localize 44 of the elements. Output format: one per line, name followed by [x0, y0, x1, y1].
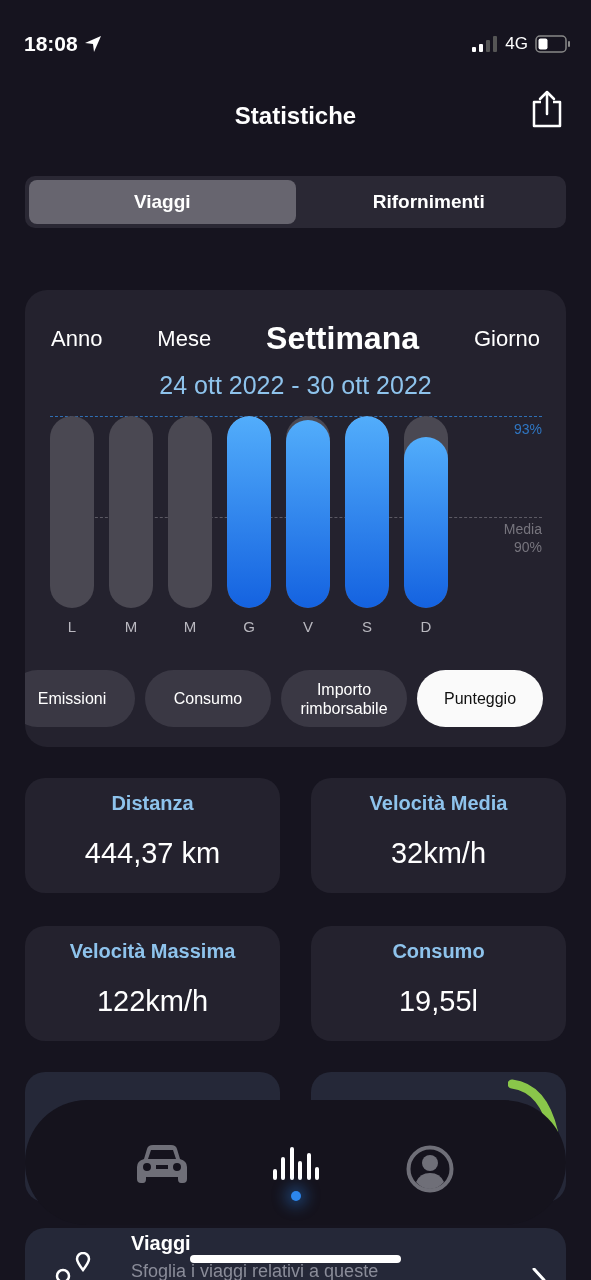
card-title: Viaggi	[131, 1232, 191, 1254]
period-tab[interactable]: Mese	[157, 325, 212, 352]
route-pin-icon	[55, 1252, 91, 1280]
network-type: 4G	[505, 34, 528, 54]
stat-value: 444,37 km	[84, 837, 221, 870]
stat-value: 19,55l	[399, 985, 478, 1018]
day-label: M	[183, 618, 197, 635]
stat-label: Consumo	[392, 940, 485, 963]
day-label: M	[124, 618, 138, 635]
segment-tab[interactable]: Rifornimenti	[295, 180, 562, 224]
reference-value: 93%	[513, 420, 542, 438]
stat-label: Distanza	[111, 792, 194, 815]
metric-chip[interactable]: Consumo	[145, 670, 271, 727]
day-label: D	[420, 618, 432, 635]
stat-label: Velocità Massima	[69, 940, 236, 963]
stat-value: 122km/h	[96, 985, 209, 1018]
period-tab[interactable]: Giorno	[473, 325, 540, 352]
signal-icon	[472, 36, 499, 52]
metric-chip[interactable]: Importo rimborsabile	[281, 670, 407, 727]
screen-title: Statistiche	[234, 102, 357, 130]
metric-chip[interactable]: Punteggio	[417, 670, 543, 727]
date-range: 24 ott 2022 - 30 ott 2022	[158, 371, 433, 400]
stats-icon	[271, 1144, 322, 1181]
location-arrow-icon	[83, 35, 102, 53]
day-label: S	[362, 618, 372, 635]
battery-icon	[535, 35, 571, 53]
metric-chip[interactable]: Emissioni	[25, 670, 135, 727]
stat-label: Velocità Media	[369, 792, 508, 815]
average-label: Media 90%	[503, 520, 542, 556]
chevron-icon	[532, 1268, 546, 1280]
day-label: G	[243, 618, 255, 635]
profile-icon	[405, 1144, 454, 1193]
link-card[interactable]: Viaggi Sfoglia i viaggi relativi a queste	[25, 1228, 566, 1280]
clock-time: 18:08	[24, 32, 78, 56]
card-subtitle: Sfoglia i viaggi relativi a queste	[131, 1262, 379, 1280]
day-label: L	[67, 618, 77, 635]
period-tab[interactable]: Anno	[51, 325, 103, 352]
stat-value: 32km/h	[390, 837, 487, 870]
day-label: V	[303, 618, 313, 635]
period-tab[interactable]: Settimana	[266, 320, 419, 357]
car-icon	[137, 1144, 188, 1183]
active-dot-icon	[291, 1190, 302, 1201]
share-icon[interactable]	[531, 90, 563, 128]
segment-tab[interactable]: Viaggi	[29, 180, 296, 224]
